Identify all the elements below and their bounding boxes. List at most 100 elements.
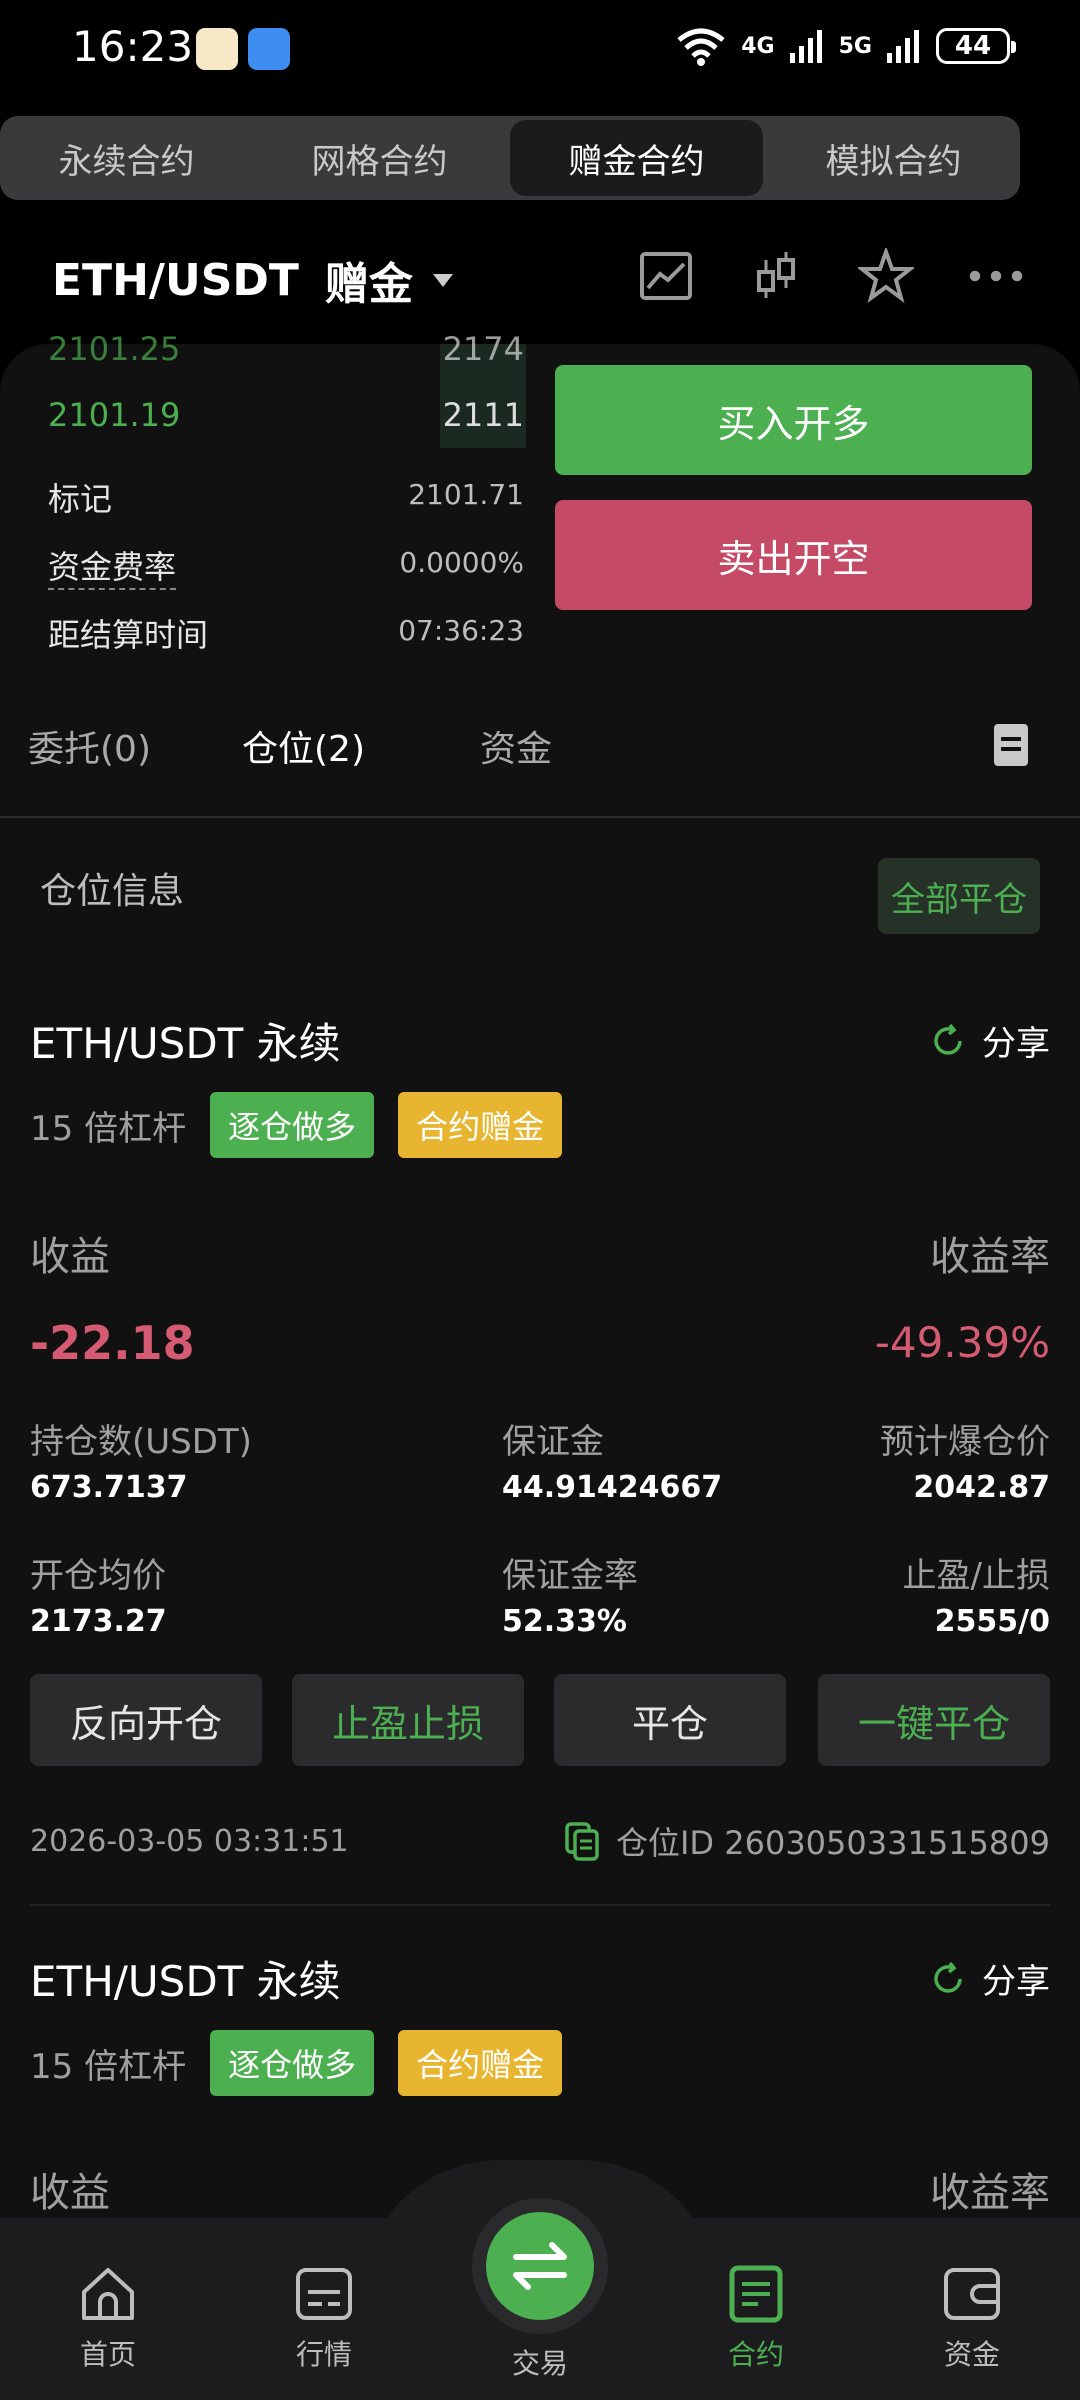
leverage-label: 15 倍杠杆 [30,1108,187,1149]
nav-market-label: 行情 [295,2338,352,2371]
tab-positions[interactable]: 仓位(2) [242,720,365,772]
size-label: 持仓数(USDT) [30,1422,252,1462]
signal-4g-icon [789,30,822,63]
status-time: 16:23 [72,22,194,71]
tpsl-value: 2555/0 [934,1604,1050,1639]
roe-label: 收益率 [930,2170,1050,2216]
position-time: 2026-03-05 03:31:51 [30,1824,349,1859]
status-indicators: 4G 5G 44 [675,26,1016,66]
position-symbol: ETH/USDT 永续 [30,1957,341,2006]
size-value: 673.7137 [30,1470,188,1505]
nav-home-label: 首页 [79,2338,136,2371]
contract-icon [729,2265,783,2323]
reverse-position-button[interactable]: 反向开仓 [30,1674,262,1766]
funding-rate-value: 0.0000% [399,546,524,579]
more-icon[interactable] [968,248,1024,304]
roe-value: -49.39% [874,1318,1050,1367]
positions-title: 仓位信息 [40,871,185,912]
settlement-time-label: 距结算时间 [48,616,209,654]
home-icon [82,2268,134,2320]
nav-assets[interactable]: 资金 [892,2262,1052,2373]
market-icon [296,2268,352,2320]
nav-market[interactable]: 行情 [244,2262,404,2373]
chart-icon[interactable] [638,248,694,304]
nav-contract-label: 合约 [727,2338,784,2371]
nav-home[interactable]: 首页 [28,2262,188,2373]
swap-icon [513,2242,567,2290]
share-label: 分享 [982,1962,1050,2002]
share-button[interactable]: 分享 [930,1016,1050,1065]
pnl-label: 收益 [30,1234,110,1280]
funding-rate-label[interactable]: 资金费率 [48,542,177,590]
network-4g-label: 4G [741,33,775,59]
network-5g-label: 5G [838,33,872,59]
tab-funds[interactable]: 资金 [480,720,552,772]
quick-close-button[interactable]: 一键平仓 [818,1674,1050,1766]
position-tags: 15 倍杠杆 逐仓做多 合约赠金 [30,2030,563,2096]
status-bar: 16:23 4G 5G 44 [0,0,1080,100]
bonus-tag: 合约赠金 [398,1092,563,1158]
position-id-row[interactable]: 仓位ID 2603050331515809 [564,1818,1050,1864]
tpsl-label: 止盈/止损 [902,1556,1050,1596]
tab-perpetual[interactable]: 永续合约 [0,116,253,200]
candlestick-icon[interactable] [748,248,804,304]
orderbook-price: 2101.19 [48,396,181,434]
position-tags: 15 倍杠杆 逐仓做多 合约赠金 [30,1092,563,1158]
margin-label: 保证金 [502,1422,604,1462]
caret-down-icon [432,273,453,287]
pnl-value: -22.18 [30,1316,195,1370]
orderbook-qty: 2111 [442,396,524,434]
nav-trade-label[interactable]: 交易 [460,2342,620,2382]
mode-tag: 逐仓做多 [210,1092,375,1158]
copy-icon [565,1822,599,1861]
battery-icon: 44 [936,28,1016,64]
pair-mode: 赠金 [324,259,413,310]
tpsl-button[interactable]: 止盈止损 [292,1674,524,1766]
divider [30,1904,1050,1906]
share-icon [934,1961,962,1993]
mark-price-value: 2101.71 [408,478,524,511]
share-button[interactable]: 分享 [930,1954,1050,2003]
divider [0,816,1080,818]
bonus-tag: 合约赠金 [398,2030,563,2096]
sell-short-button[interactable]: 卖出开空 [555,500,1032,610]
signal-5g-icon [887,30,919,63]
tab-bonus[interactable]: 赠金合约 [510,120,763,196]
buy-long-button[interactable]: 买入开多 [555,365,1032,475]
tab-grid[interactable]: 网格合约 [253,116,506,200]
settlement-time-value: 07:36:23 [398,614,524,647]
position-symbol: ETH/USDT 永续 [30,1019,341,1068]
contract-tabs: 永续合约 网格合约 赠金合约 模拟合约 [0,116,1020,200]
liq-price-value: 2042.87 [913,1470,1050,1505]
tab-orders[interactable]: 委托(0) [28,720,151,772]
wifi-icon [677,28,725,66]
orderbook-price: 2101.25 [48,330,181,368]
entry-price-value: 2173.27 [30,1604,167,1639]
app-notification-icon [196,28,238,70]
mode-tag: 逐仓做多 [210,2030,375,2096]
margin-value: 44.91424667 [502,1470,723,1505]
nav-assets-label: 资金 [943,2338,1000,2371]
wallet-icon [944,2268,1000,2320]
close-position-button[interactable]: 平仓 [554,1674,786,1766]
weather-icon [248,28,290,70]
margin-ratio-label: 保证金率 [502,1556,638,1596]
header-icons [638,248,1024,304]
star-icon[interactable] [858,248,914,304]
mark-price-label: 标记 [48,480,113,518]
nav-contract[interactable]: 合约 [676,2262,836,2373]
list-icon[interactable] [994,724,1028,766]
pair-symbol: ETH/USDT [52,254,299,306]
leverage-label: 15 倍杠杆 [30,2046,187,2087]
trade-fab[interactable] [486,2212,594,2320]
roe-label: 收益率 [930,1234,1050,1280]
margin-ratio-value: 52.33% [502,1604,627,1639]
pnl-label: 收益 [30,2170,110,2216]
share-icon [934,1023,962,1055]
share-label: 分享 [982,1024,1050,1064]
close-all-button[interactable]: 全部平仓 [878,858,1040,934]
tab-demo[interactable]: 模拟合约 [767,116,1020,200]
orderbook-qty: 2174 [442,330,524,368]
entry-price-label: 开仓均价 [30,1556,166,1596]
pair-selector[interactable]: ETH/USDT 赠金 [52,248,453,312]
